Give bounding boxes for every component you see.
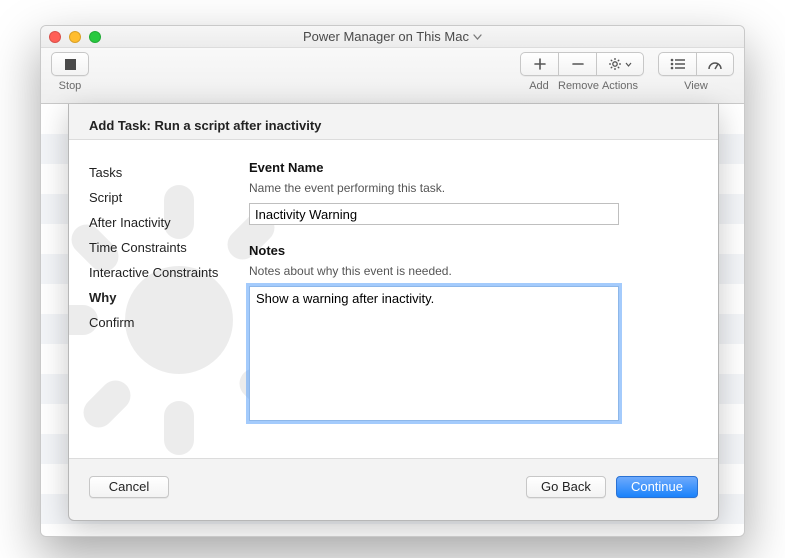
titlebar: Power Manager on This Mac <box>41 26 744 48</box>
toolbar: Stop Add Rem <box>41 48 744 104</box>
gauge-icon <box>707 58 723 70</box>
toolbar-edit-labels: Add Remove Actions <box>520 76 644 92</box>
toolbar-edit-group: Add Remove Actions <box>520 52 644 92</box>
event-name-label: Event Name <box>249 160 698 175</box>
chevron-down-icon <box>625 62 632 67</box>
step-list: Tasks Script After Inactivity Time Const… <box>89 160 249 438</box>
step-confirm[interactable]: Confirm <box>89 310 239 335</box>
step-interactive-constraints[interactable]: Interactive Constraints <box>89 260 239 285</box>
view-list-button[interactable] <box>658 52 696 76</box>
continue-button[interactable]: Continue <box>616 476 698 498</box>
view-button-label: View <box>658 80 734 92</box>
add-button[interactable] <box>520 52 558 76</box>
step-tasks[interactable]: Tasks <box>89 160 239 185</box>
why-form: Event Name Name the event performing thi… <box>249 160 698 438</box>
chevron-down-icon[interactable] <box>473 34 482 40</box>
list-icon <box>670 58 686 70</box>
step-script[interactable]: Script <box>89 185 239 210</box>
step-why[interactable]: Why <box>89 285 239 310</box>
cancel-button[interactable]: Cancel <box>89 476 169 498</box>
sheet-header: Add Task: Run a script after inactivity <box>69 104 718 139</box>
event-name-field: Event Name Name the event performing thi… <box>249 160 698 225</box>
notes-field: Notes Notes about why this event is need… <box>249 243 698 424</box>
event-name-input[interactable] <box>249 203 619 225</box>
minimize-window-button[interactable] <box>69 31 81 43</box>
add-button-label: Add <box>520 80 558 92</box>
app-window: Power Manager on This Mac Stop <box>40 25 745 537</box>
gear-icon <box>608 57 622 71</box>
minus-icon <box>571 57 585 71</box>
notes-label: Notes <box>249 243 698 258</box>
notes-textarea[interactable] <box>249 286 619 421</box>
view-activity-button[interactable] <box>696 52 734 76</box>
toolbar-edit-seg <box>520 52 644 76</box>
plus-icon <box>533 57 547 71</box>
zoom-window-button[interactable] <box>89 31 101 43</box>
toolbar-view-seg <box>658 52 734 76</box>
window-title: Power Manager on This Mac <box>41 29 744 44</box>
window-title-text: Power Manager on This Mac <box>303 29 469 44</box>
remove-button[interactable] <box>558 52 596 76</box>
sheet-body: Tasks Script After Inactivity Time Const… <box>69 139 718 459</box>
actions-button[interactable] <box>596 52 644 76</box>
toolbar-view-group: View <box>658 52 734 92</box>
sheet-header-prefix: Add Task: <box>89 118 151 133</box>
step-after-inactivity[interactable]: After Inactivity <box>89 210 239 235</box>
notes-desc: Notes about why this event is needed. <box>249 264 698 278</box>
window-controls <box>49 31 101 43</box>
close-window-button[interactable] <box>49 31 61 43</box>
step-time-constraints[interactable]: Time Constraints <box>89 235 239 260</box>
go-back-button[interactable]: Go Back <box>526 476 606 498</box>
actions-button-label: Actions <box>596 80 644 92</box>
toolbar-stop-group: Stop <box>51 52 89 92</box>
stop-button[interactable] <box>51 52 89 76</box>
task-sheet: Add Task: Run a script after inactivity <box>68 104 719 521</box>
sheet-header-task: Run a script after inactivity <box>155 118 322 133</box>
stop-icon <box>65 59 76 70</box>
stop-button-label: Stop <box>59 80 82 92</box>
sheet-footer: Cancel Go Back Continue <box>69 459 718 514</box>
event-name-desc: Name the event performing this task. <box>249 181 698 195</box>
remove-button-label: Remove <box>558 80 596 92</box>
